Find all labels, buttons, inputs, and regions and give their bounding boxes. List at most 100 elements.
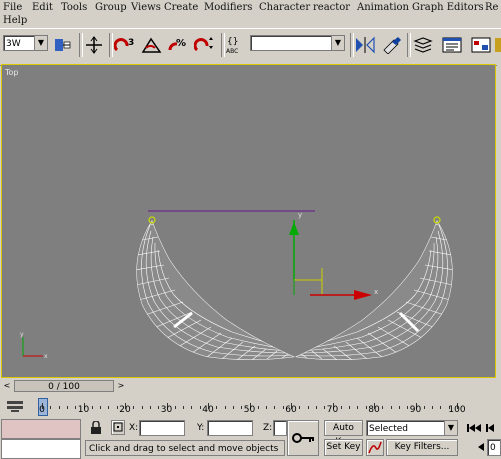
maxscript-listener-pink[interactable] [1, 419, 81, 439]
time-slider-value: 0 / 100 [48, 382, 80, 392]
maxscript-listener-white[interactable] [1, 439, 81, 459]
select-by-name-icon[interactable] [53, 35, 73, 55]
current-frame-value: 0 [490, 443, 496, 453]
track-bar-menu-icon[interactable] [6, 399, 24, 413]
viewport-canvas: x y y x [20, 210, 453, 360]
ruler-tick [158, 406, 160, 409]
ruler-tick [423, 406, 425, 409]
ruler-tick-label: 30 [160, 405, 173, 415]
key-mode-button[interactable] [287, 420, 319, 456]
prompt-line: Click and drag to select and move object… [85, 440, 285, 456]
world-axis-x-label: x [44, 353, 48, 360]
current-frame-field[interactable]: 0 [487, 439, 501, 456]
key-icon [292, 433, 314, 443]
ruler-tick [340, 406, 342, 409]
mirror-icon[interactable] [354, 35, 376, 55]
menu-help[interactable]: Help [3, 15, 27, 26]
curve-editor-icon[interactable] [441, 35, 463, 55]
ruler-tick [58, 406, 60, 409]
ref-coord-label: {} [227, 37, 238, 47]
ruler-tick [307, 406, 309, 409]
spinner-snap-icon[interactable] [193, 35, 217, 55]
menu-rendering[interactable]: Re [485, 2, 498, 13]
ruler-tick [100, 406, 102, 409]
ruler-tick [241, 406, 243, 409]
track-bar[interactable]: 0 10 20 30 40 50 60 70 80 90 100 [0, 395, 501, 417]
z-label: Z: [263, 423, 273, 433]
ruler-tick [266, 406, 268, 409]
prompt-text: Click and drag to select and move object… [89, 444, 279, 454]
percent-snap-icon[interactable]: % [167, 35, 189, 55]
menu-graph-editors[interactable]: Graph Editors [412, 2, 484, 13]
ruler-tick [274, 406, 276, 409]
named-selection-dropdown[interactable]: ▼ [250, 35, 345, 51]
ruler-tick [299, 406, 301, 409]
menu-character[interactable]: Character [259, 2, 310, 13]
toolbar-separator [407, 33, 411, 57]
time-slider[interactable]: 0 / 100 [14, 380, 114, 392]
z-coordinate-field[interactable] [273, 420, 287, 436]
ruler-tick [174, 406, 176, 409]
time-slider-bar: < 0 / 100 > [0, 379, 501, 394]
set-key-button[interactable]: Set Key [324, 439, 363, 456]
toolbar-separator [79, 33, 83, 57]
angle-snap-icon[interactable] [141, 35, 163, 55]
key-selection-dropdown[interactable]: Selected ▼ [366, 420, 458, 436]
move-gizmo[interactable] [289, 220, 372, 300]
menu-modifiers[interactable]: Modifiers [204, 2, 252, 13]
material-editor-icon[interactable] [495, 35, 501, 55]
ruler-tick-label: 50 [243, 405, 256, 415]
ruler-tick [257, 406, 259, 409]
viewport-right-strip [497, 64, 501, 378]
auto-key-button[interactable]: Auto Key [324, 420, 363, 447]
edit-named-selections-icon[interactable]: {} ABC [225, 35, 247, 55]
key-filters-button[interactable]: Key Filters... [386, 439, 458, 456]
menu-edit[interactable]: Edit [32, 2, 53, 13]
menu-create[interactable]: Create [164, 2, 198, 13]
selection-filter-dropdown[interactable]: 3W ▼ [3, 35, 48, 51]
menu-file[interactable]: File [3, 2, 22, 13]
selection-filter-value: 3W [6, 39, 21, 49]
chevron-down-icon: ▼ [331, 36, 344, 50]
ruler-tick [357, 406, 359, 409]
ruler-tick-label: 100 [448, 405, 466, 415]
layer-manager-icon[interactable] [412, 35, 434, 55]
menu-animation[interactable]: Animation [357, 2, 409, 13]
select-move-icon[interactable] [84, 35, 104, 55]
ruler-tick [75, 406, 77, 409]
percent-label: % [176, 38, 186, 49]
main-toolbar: 3W ▼ 3 % {} ABC ▼ [0, 28, 501, 66]
time-prev-button[interactable]: < [2, 380, 12, 392]
x-coordinate-field[interactable] [139, 420, 185, 436]
ruler-tick [440, 406, 442, 409]
key-mode-toggle-icon[interactable] [477, 441, 485, 453]
default-in-out-tangents-icon[interactable] [366, 439, 384, 456]
snap-label: 3 [128, 38, 134, 48]
menu-tools[interactable]: Tools [61, 2, 87, 13]
menu-reactor[interactable]: reactor [313, 2, 350, 13]
previous-frame-icon[interactable] [485, 422, 495, 434]
ruler-tick-label: 20 [119, 405, 131, 415]
y-coordinate-field[interactable] [207, 420, 253, 436]
chevron-down-icon: ▼ [444, 421, 457, 435]
snap-toggle-icon[interactable]: 3 [113, 35, 137, 55]
ruler-tick [91, 406, 93, 409]
menu-views[interactable]: Views [131, 2, 161, 13]
time-next-button[interactable]: > [116, 380, 126, 392]
lock-icon[interactable] [89, 420, 103, 435]
ruler-tick [232, 406, 234, 409]
align-icon[interactable] [379, 35, 403, 55]
schematic-view-icon[interactable] [470, 35, 492, 55]
ruler-tick [191, 406, 193, 409]
key-selection-value: Selected [369, 424, 409, 434]
left-horn-mesh [136, 220, 295, 360]
top-viewport[interactable]: Top x y y x [1, 64, 496, 378]
absolute-mode-toggle[interactable] [111, 420, 125, 435]
x-label: X: [129, 423, 139, 433]
go-to-start-icon[interactable] [466, 422, 482, 434]
ruler-tick [282, 406, 284, 409]
ruler-tick [199, 406, 201, 409]
menu-group[interactable]: Group [95, 2, 127, 13]
ruler-tick-label: 90 [409, 405, 422, 415]
ruler-tick [324, 406, 326, 409]
